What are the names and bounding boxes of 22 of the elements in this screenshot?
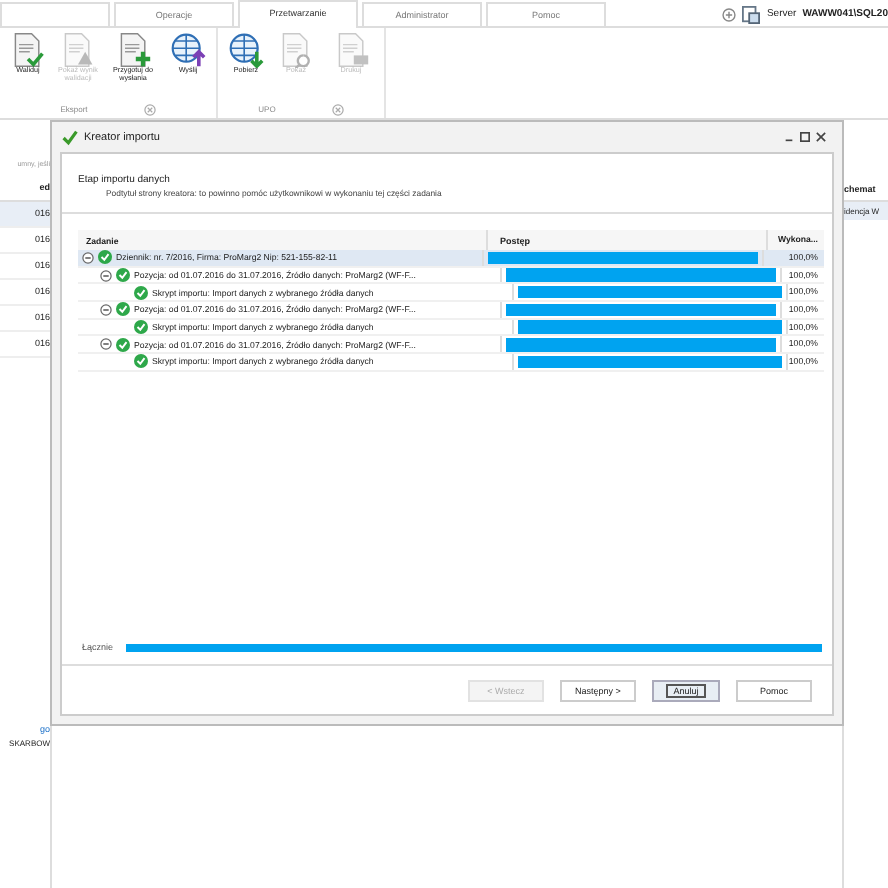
check-circle-icon — [134, 320, 148, 335]
check-icon — [62, 129, 78, 145]
collapse-icon[interactable] — [100, 338, 112, 351]
collapse-icon[interactable] — [100, 303, 112, 316]
collapse-icon[interactable] — [82, 251, 94, 264]
check-circle-icon — [116, 337, 130, 352]
close-icon[interactable] — [816, 132, 826, 142]
plus-circle-icon[interactable] — [722, 7, 737, 21]
document-warning-icon — [60, 32, 96, 68]
maximize-icon[interactable] — [800, 132, 810, 142]
check-circle-icon — [134, 354, 148, 369]
document-add-icon — [115, 32, 151, 68]
check-circle-icon — [134, 285, 148, 300]
collapse-icon[interactable] — [100, 269, 112, 282]
document-check-icon — [10, 32, 46, 68]
server-icon — [742, 5, 761, 23]
document-print-icon — [333, 32, 369, 68]
globe-upload-icon — [170, 32, 206, 68]
check-circle-icon — [116, 302, 130, 317]
globe-download-icon — [228, 32, 264, 68]
check-circle-icon — [116, 268, 130, 283]
document-search-icon — [278, 32, 314, 68]
